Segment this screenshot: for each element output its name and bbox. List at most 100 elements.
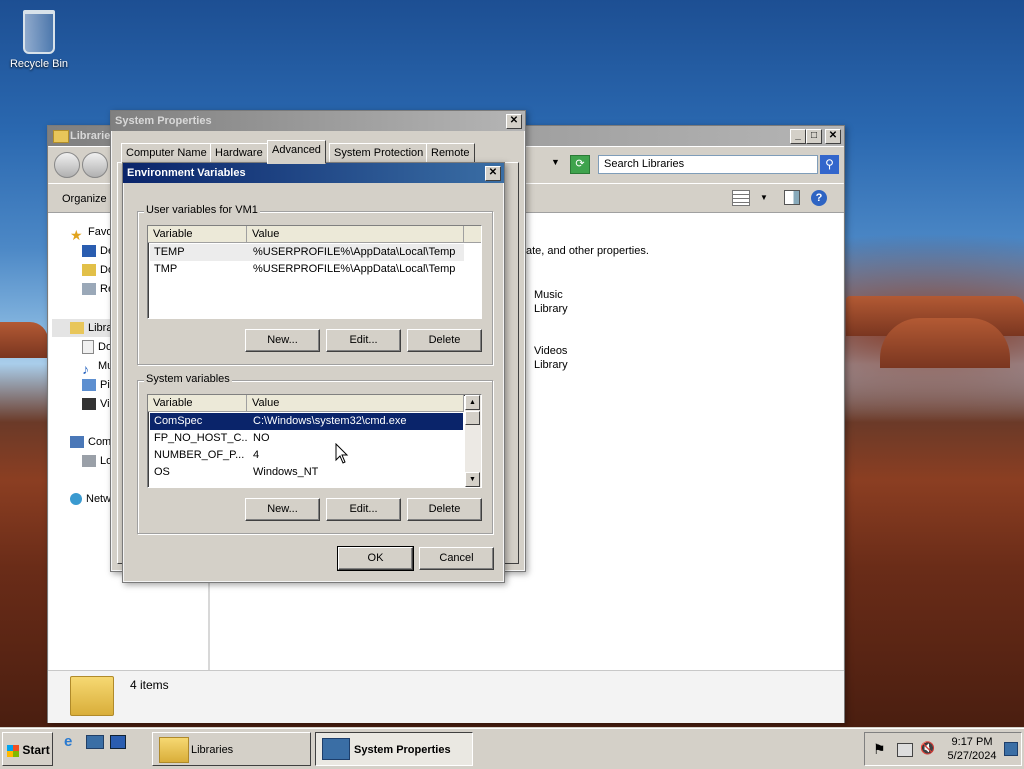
maximize-button[interactable]: □ — [806, 129, 822, 144]
user-delete-button[interactable]: Delete — [407, 329, 482, 352]
star-icon: ★ — [70, 227, 83, 244]
value-cell: 4 — [253, 449, 260, 461]
pictures-icon — [82, 379, 96, 392]
table-row[interactable]: TEMP %USERPROFILE%\AppData\Local\Temp — [150, 244, 464, 261]
local-disk-icon — [82, 455, 96, 468]
system-delete-button[interactable]: Delete — [407, 498, 482, 521]
library-type: Library — [534, 303, 568, 315]
system-variables-list[interactable]: Variable Value ComSpec C:\Windows\system… — [147, 394, 482, 488]
close-button[interactable]: ✕ — [825, 129, 841, 144]
internet-explorer-icon[interactable]: e — [64, 733, 72, 750]
recycle-bin-label: Recycle Bin — [9, 58, 69, 70]
folder-icon — [159, 737, 189, 763]
variable-cell: FP_NO_HOST_C... — [154, 432, 248, 444]
volume-muted-icon[interactable]: 🔇 — [920, 741, 935, 755]
folder-icon — [53, 130, 69, 143]
status-item-count: 4 items — [130, 678, 169, 692]
nav-computer-label: Com — [88, 436, 112, 448]
desktop-icon — [82, 245, 96, 258]
table-row[interactable]: ComSpec C:\Windows\system32\cmd.exe — [150, 413, 463, 430]
tab-remote[interactable]: Remote — [426, 143, 475, 164]
minimize-button[interactable]: _ — [790, 129, 806, 144]
nav-lib-label: Pi — [100, 379, 110, 391]
nav-lib-item[interactable]: Pi — [82, 376, 110, 394]
start-button[interactable]: Start — [2, 732, 53, 766]
nav-computer[interactable]: Com — [70, 433, 111, 451]
close-button[interactable]: ✕ — [485, 166, 501, 181]
table-row[interactable]: OS Windows_NT — [150, 464, 463, 481]
action-center-flag-icon[interactable]: ⚑ — [873, 741, 886, 758]
back-button[interactable] — [54, 152, 80, 178]
column-header-variable[interactable]: Variable — [148, 395, 247, 411]
table-row[interactable]: TMP %USERPROFILE%\AppData\Local\Temp — [150, 261, 464, 278]
scroll-down-button[interactable]: ▼ — [465, 472, 480, 487]
nav-network[interactable]: Netw — [70, 490, 111, 508]
close-button[interactable]: ✕ — [506, 114, 522, 129]
videos-icon — [82, 398, 96, 411]
library-item-videos[interactable]: Videos Library — [526, 344, 568, 372]
clock-date: 5/27/2024 — [947, 750, 997, 762]
tab-system-protection[interactable]: System Protection — [329, 143, 429, 164]
chevron-down-icon[interactable]: ▼ — [760, 193, 768, 202]
clock[interactable]: 9:17 PM 5/27/2024 — [943, 735, 1001, 763]
system-properties-titlebar[interactable]: System Properties — [111, 111, 525, 131]
network-icon[interactable] — [897, 743, 913, 757]
user-edit-button[interactable]: Edit... — [326, 329, 401, 352]
search-input[interactable]: Search Libraries — [598, 155, 818, 174]
mouse-cursor-icon — [335, 443, 349, 464]
vertical-scrollbar[interactable]: ▲ ▼ — [465, 395, 481, 487]
system-edit-button[interactable]: Edit... — [326, 498, 401, 521]
table-row[interactable]: FP_NO_HOST_C... NO — [150, 430, 463, 447]
nav-computer-item[interactable]: Lo — [82, 452, 112, 470]
nav-lib-item[interactable]: ♪ Mu — [82, 357, 113, 377]
value-cell: C:\Windows\system32\cmd.exe — [253, 415, 407, 427]
tab-computer-name[interactable]: Computer Name — [121, 143, 212, 164]
user-new-button[interactable]: New... — [245, 329, 320, 352]
scroll-thumb[interactable] — [465, 411, 480, 425]
taskbar-item-libraries[interactable]: Libraries — [152, 732, 311, 766]
cancel-button[interactable]: Cancel — [419, 547, 494, 570]
mesa-rock — [880, 318, 1010, 368]
server-manager-icon[interactable] — [110, 735, 126, 749]
user-variables-list[interactable]: Variable Value TEMP %USERPROFILE%\AppDat… — [147, 225, 482, 319]
column-header-value[interactable]: Value — [247, 395, 464, 411]
tab-advanced[interactable]: Advanced — [267, 140, 326, 164]
mesa-rock — [0, 322, 48, 358]
tab-hardware[interactable]: Hardware — [210, 143, 268, 164]
nav-lib-item[interactable]: Do — [82, 338, 112, 356]
environment-variables-titlebar[interactable]: Environment Variables — [123, 163, 504, 183]
refresh-icon[interactable]: ⟳ — [570, 155, 590, 174]
library-name: Videos — [534, 345, 568, 357]
system-new-button[interactable]: New... — [245, 498, 320, 521]
nav-favorites[interactable]: ★ Favo — [70, 223, 112, 244]
recycle-bin-icon[interactable]: Recycle Bin — [4, 2, 74, 70]
show-desktop-button[interactable] — [1004, 742, 1018, 756]
search-placeholder: Search Libraries — [604, 158, 685, 170]
organize-label: Organize — [62, 193, 107, 205]
forward-button[interactable] — [82, 152, 108, 178]
list-header: Variable Value — [148, 395, 464, 412]
search-icon[interactable]: ⚲ — [820, 155, 839, 174]
variable-cell: OS — [154, 466, 170, 478]
nav-libraries-label: Libra — [88, 322, 113, 334]
taskbar-item-system-properties[interactable]: System Properties — [315, 732, 473, 766]
chevron-down-icon[interactable]: ▼ — [551, 157, 560, 167]
column-header-variable[interactable]: Variable — [148, 226, 247, 242]
nav-lib-item[interactable]: Vi — [82, 395, 110, 413]
taskbar-item-label: System Properties — [354, 744, 451, 756]
windows-logo-icon — [7, 744, 19, 757]
library-type: Library — [534, 359, 568, 371]
library-item-music[interactable]: Music Library — [526, 288, 568, 316]
view-options-icon[interactable] — [732, 190, 750, 206]
table-row[interactable]: NUMBER_OF_P... 4 — [150, 447, 463, 464]
scroll-up-button[interactable]: ▲ — [465, 395, 480, 410]
ok-button[interactable]: OK — [337, 546, 414, 571]
show-desktop-icon[interactable] — [86, 735, 104, 749]
column-header-value[interactable]: Value — [247, 226, 464, 242]
preview-pane-icon[interactable] — [784, 190, 800, 205]
recent-places-icon — [82, 283, 96, 296]
environment-variables-dialog[interactable]: Environment Variables ✕ User variables f… — [122, 162, 505, 583]
help-icon[interactable]: ? — [811, 190, 827, 206]
organize-button[interactable]: Organize — [56, 190, 113, 208]
start-label: Start — [22, 743, 50, 757]
